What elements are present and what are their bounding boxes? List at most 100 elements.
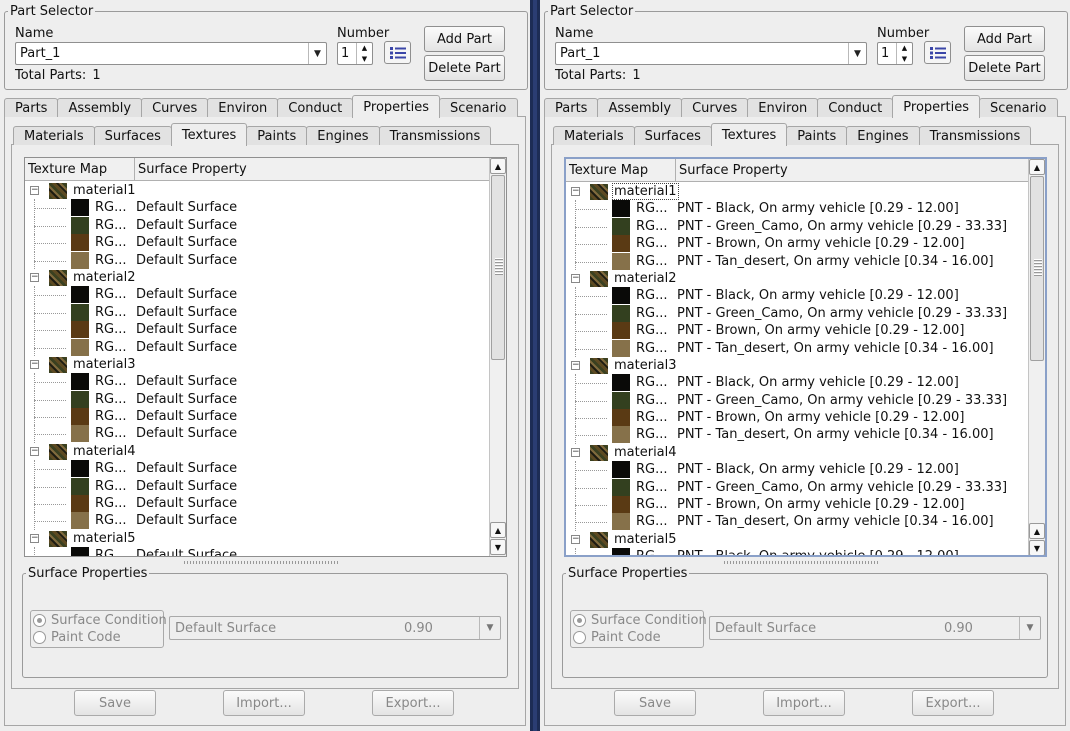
subtab-transmissions[interactable]: Transmissions: [378, 126, 492, 145]
tab-parts[interactable]: Parts: [544, 98, 599, 117]
tab-curves[interactable]: Curves: [681, 98, 749, 117]
collapse-icon[interactable]: −: [30, 186, 39, 195]
collapse-icon[interactable]: −: [571, 360, 580, 370]
tree-row-material[interactable]: − material2: [25, 269, 489, 286]
subtab-surfaces[interactable]: Surfaces: [93, 126, 172, 145]
surface-condition-combo[interactable]: Default Surface 0.90 ▼: [709, 616, 1041, 640]
tree-row-texture[interactable]: RG... PNT - Black, On army vehicle [0.29 …: [566, 374, 1028, 392]
export-button[interactable]: Export...: [912, 690, 994, 716]
tree-row-texture[interactable]: RG... Default Surface: [25, 321, 489, 339]
tree-row-texture[interactable]: RG... PNT - Green_Camo, On army vehicle […: [566, 391, 1028, 410]
collapse-icon[interactable]: −: [571, 187, 580, 196]
tree-row-texture[interactable]: RG... Default Surface: [25, 216, 489, 235]
scroll-down-icon[interactable]: ▼: [490, 539, 506, 555]
save-button[interactable]: Save: [74, 690, 156, 716]
tree-row-material[interactable]: − material1: [25, 182, 489, 199]
export-button[interactable]: Export...: [372, 690, 454, 716]
collapse-icon[interactable]: −: [30, 446, 39, 456]
tree-row-material[interactable]: − material3: [566, 357, 1028, 374]
scroll-up-icon[interactable]: ▲: [490, 522, 506, 538]
add-part-button[interactable]: Add Part: [424, 26, 505, 52]
splitter-handle[interactable]: [184, 561, 339, 564]
list-view-button[interactable]: [924, 41, 951, 64]
spin-down-icon[interactable]: ▼: [357, 54, 372, 65]
subtab-materials[interactable]: Materials: [553, 126, 635, 145]
subtab-textures[interactable]: Textures: [710, 123, 788, 146]
subtab-paints[interactable]: Paints: [246, 126, 308, 145]
texture-tree[interactable]: Texture Map Surface Property − material1 RG.…: [564, 157, 1047, 557]
collapse-icon[interactable]: −: [30, 272, 39, 282]
tree-row-texture[interactable]: RG... PNT - Tan_desert, On army vehicle […: [566, 252, 1028, 270]
tab-environ[interactable]: Environ: [747, 98, 819, 117]
tree-row-texture[interactable]: RG... PNT - Black, On army vehicle [0.29 …: [566, 200, 1028, 218]
scroll-up-icon[interactable]: ▲: [1029, 159, 1045, 175]
tab-assembly[interactable]: Assembly: [57, 98, 143, 117]
tree-row-texture[interactable]: RG... PNT - Tan_desert, On army vehicle […: [566, 513, 1028, 531]
splitter-handle[interactable]: [724, 561, 879, 564]
tree-row-texture[interactable]: RG... PNT - Brown, On army vehicle [0.29 …: [566, 235, 1028, 253]
column-surface-property[interactable]: Surface Property: [135, 158, 491, 180]
tree-scrollbar[interactable]: ▲ ▲ ▼: [1028, 159, 1045, 555]
tree-row-texture[interactable]: RG... PNT - Green_Camo, On army vehicle […: [566, 304, 1028, 323]
surface-condition-combo[interactable]: Default Surface 0.90 ▼: [169, 616, 501, 640]
tree-row-texture[interactable]: RG... Default Surface: [25, 547, 489, 556]
collapse-icon[interactable]: −: [571, 534, 580, 544]
tab-conduct[interactable]: Conduct: [817, 98, 894, 117]
delete-part-button[interactable]: Delete Part: [964, 55, 1045, 81]
add-part-button[interactable]: Add Part: [964, 26, 1045, 52]
tree-row-material[interactable]: − material4: [25, 443, 489, 460]
tab-parts[interactable]: Parts: [4, 98, 59, 117]
subtab-surfaces[interactable]: Surfaces: [633, 126, 712, 145]
tree-row-material[interactable]: − material3: [25, 356, 489, 373]
scroll-up-icon[interactable]: ▲: [490, 158, 506, 174]
scroll-thumb[interactable]: [491, 175, 505, 360]
column-texture-map[interactable]: Texture Map: [566, 159, 676, 181]
tree-row-texture[interactable]: RG... PNT - Green_Camo, On army vehicle […: [566, 217, 1028, 236]
surface-condition-radio[interactable]: Surface Condition: [33, 613, 167, 628]
number-spinner[interactable]: 1 ▲ ▼: [337, 42, 373, 65]
tab-conduct[interactable]: Conduct: [277, 98, 354, 117]
subtab-materials[interactable]: Materials: [13, 126, 95, 145]
delete-part-button[interactable]: Delete Part: [424, 55, 505, 81]
part-name-combo[interactable]: Part_1 ▼: [555, 42, 867, 65]
subtab-transmissions[interactable]: Transmissions: [918, 126, 1032, 145]
tab-curves[interactable]: Curves: [141, 98, 209, 117]
tree-row-texture[interactable]: RG... Default Surface: [25, 251, 489, 269]
paint-code-radio[interactable]: Paint Code: [33, 630, 121, 645]
column-surface-property[interactable]: Surface Property: [676, 159, 1032, 181]
surface-condition-radio[interactable]: Surface Condition: [573, 613, 707, 628]
tree-row-texture[interactable]: RG... PNT - Black, On army vehicle [0.29 …: [566, 287, 1028, 305]
tree-row-material[interactable]: − material4: [566, 444, 1028, 461]
scroll-up-icon[interactable]: ▲: [1029, 523, 1045, 539]
collapse-icon[interactable]: −: [571, 273, 580, 283]
scroll-thumb[interactable]: [1030, 176, 1044, 361]
chevron-down-icon[interactable]: ▼: [1019, 617, 1040, 639]
tree-row-texture[interactable]: RG... PNT - Tan_desert, On army vehicle […: [566, 339, 1028, 357]
tree-row-texture[interactable]: RG... Default Surface: [25, 495, 489, 513]
tree-row-texture[interactable]: RG... Default Surface: [25, 512, 489, 530]
tree-row-texture[interactable]: RG... Default Surface: [25, 303, 489, 322]
subtab-engines[interactable]: Engines: [306, 126, 380, 145]
tree-row-texture[interactable]: RG... PNT - Black, On army vehicle [0.29 …: [566, 548, 1028, 555]
tree-row-texture[interactable]: RG... Default Surface: [25, 408, 489, 426]
spin-up-icon[interactable]: ▲: [357, 43, 372, 54]
tree-row-material[interactable]: − material1: [566, 183, 1028, 200]
part-name-combo[interactable]: Part_1 ▼: [15, 42, 327, 65]
tree-row-texture[interactable]: RG... Default Surface: [25, 373, 489, 391]
tree-row-texture[interactable]: RG... PNT - Green_Camo, On army vehicle […: [566, 478, 1028, 497]
tree-row-texture[interactable]: RG... Default Surface: [25, 477, 489, 496]
scroll-down-icon[interactable]: ▼: [1029, 540, 1045, 555]
tree-row-texture[interactable]: RG... Default Surface: [25, 390, 489, 409]
tree-row-texture[interactable]: RG... Default Surface: [25, 286, 489, 304]
tab-properties[interactable]: Properties: [352, 95, 440, 118]
chevron-down-icon[interactable]: ▼: [848, 43, 866, 64]
tree-row-texture[interactable]: RG... Default Surface: [25, 234, 489, 252]
import-button[interactable]: Import...: [223, 690, 305, 716]
subtab-paints[interactable]: Paints: [786, 126, 848, 145]
tab-environ[interactable]: Environ: [207, 98, 279, 117]
texture-tree[interactable]: Texture Map Surface Property − material1 RG.…: [24, 157, 507, 557]
collapse-icon[interactable]: −: [571, 447, 580, 457]
paint-code-radio[interactable]: Paint Code: [573, 630, 661, 645]
tree-row-material[interactable]: − material5: [25, 530, 489, 547]
column-texture-map[interactable]: Texture Map: [25, 158, 135, 180]
